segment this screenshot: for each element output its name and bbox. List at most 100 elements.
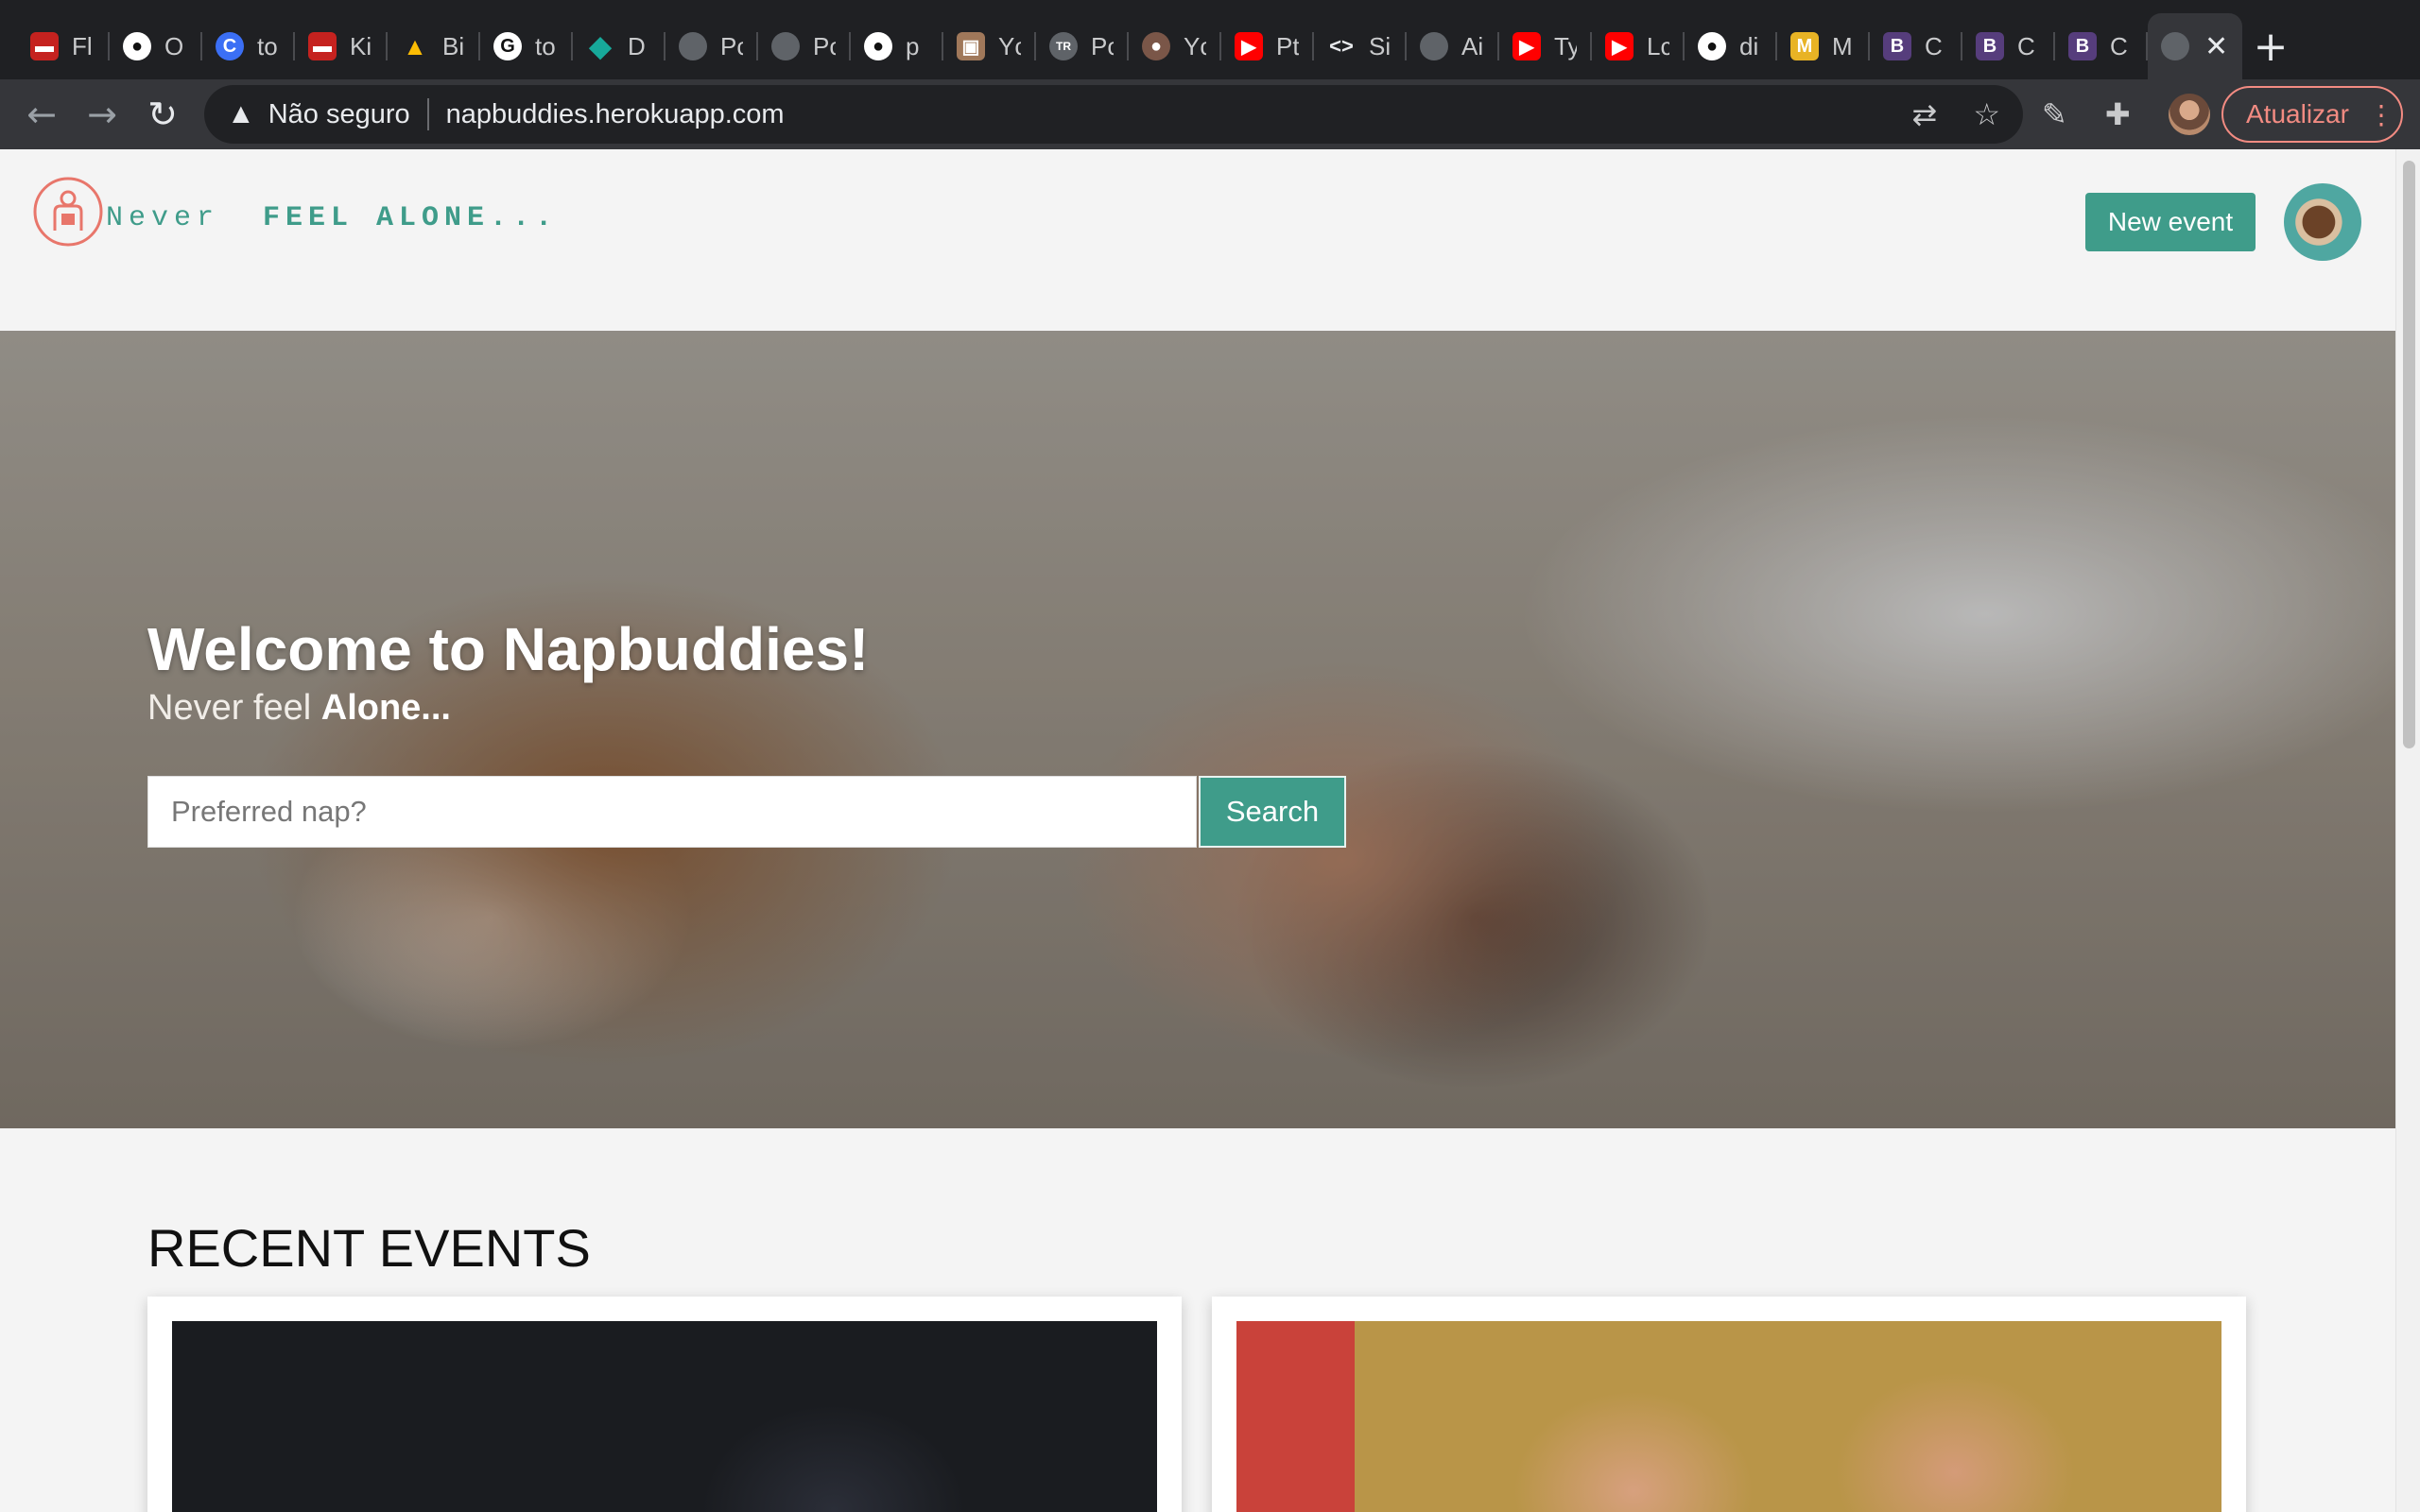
event-card[interactable] (1212, 1297, 2246, 1512)
bus-icon: ▬ (30, 32, 59, 60)
back-button[interactable]: ← (11, 84, 72, 145)
napbuddies-logo-icon[interactable] (32, 176, 104, 248)
site-navbar: Never FEEL ALONE... New event (0, 149, 2395, 329)
tab-10[interactable]: ▣ Yc (943, 13, 1036, 79)
hero-banner: Welcome to Napbuddies! Never feel Alone.… (0, 331, 2395, 1128)
tab-4[interactable]: ▲ Bi (388, 13, 480, 79)
page-scrollbar[interactable] (2395, 149, 2420, 1512)
youtube-icon: ▶ (1605, 32, 1634, 60)
tab-14[interactable]: <> Si (1314, 13, 1407, 79)
tab-18[interactable]: ● di (1685, 13, 1777, 79)
tab-title: Bi (442, 31, 465, 60)
address-bar[interactable]: ▲ Não seguro napbuddies.herokuapp.com ⇄ … (204, 85, 2023, 144)
tab-7[interactable]: Pc (666, 13, 758, 79)
tr-icon: TR (1049, 32, 1078, 60)
tab-1[interactable]: ● O (110, 13, 202, 79)
globe-icon (679, 32, 707, 60)
tab-16[interactable]: ▶ Ty (1499, 13, 1592, 79)
search-input[interactable] (147, 776, 1197, 848)
scrollbar-thumb[interactable] (2403, 161, 2415, 748)
tab-11[interactable]: TR Pc (1036, 13, 1129, 79)
forward-button[interactable]: → (72, 84, 132, 145)
tab-title: Si (1369, 31, 1392, 60)
bootstrap-icon: B (2068, 32, 2097, 60)
browser-toolbar: ← → ↻ ▲ Não seguro napbuddies.herokuapp.… (0, 79, 2420, 149)
user-avatar[interactable] (2284, 183, 2361, 261)
photo-icon: ▣ (957, 32, 985, 60)
search-form: Search (147, 776, 1346, 848)
new-event-button[interactable]: New event (2085, 193, 2256, 251)
more-menu-icon[interactable]: ⋮ (2368, 99, 2394, 130)
tab-title: di (1739, 31, 1759, 60)
close-tab-icon[interactable]: ✕ (2204, 30, 2228, 63)
tab-6[interactable]: ◆ D (573, 13, 666, 79)
tagline-feel-alone: FEEL ALONE... (263, 202, 559, 234)
tab-22[interactable]: BC (2055, 13, 2148, 79)
tab-title: M (1832, 31, 1853, 60)
hero-content: Welcome to Napbuddies! Never feel Alone.… (147, 614, 1346, 848)
tab-title: O (164, 31, 184, 60)
extensions-puzzle-icon[interactable]: ✚ (2105, 96, 2131, 132)
tab-17[interactable]: ▶ Lc (1592, 13, 1685, 79)
tab-title: C (2110, 31, 2128, 60)
tab-2[interactable]: Cto (202, 13, 295, 79)
tab-title: Fl (72, 31, 93, 60)
google-drive-icon: ▲ (403, 31, 427, 60)
translate-icon[interactable]: ⇄ (1912, 96, 1938, 132)
event-card-image[interactable] (172, 1321, 1157, 1512)
hero-title: Welcome to Napbuddies! (147, 615, 870, 683)
hero-subtitle-bold: Alone... (320, 688, 451, 728)
profile-avatar-icon[interactable] (2168, 94, 2210, 135)
tab-19[interactable]: MM (1777, 13, 1870, 79)
globe-icon (771, 32, 800, 60)
tab-15[interactable]: Ai (1407, 13, 1499, 79)
tab-title: to (257, 31, 278, 60)
tab-title: D (628, 31, 646, 60)
new-tab-button[interactable]: + (2242, 13, 2299, 79)
tab-title: Pc (1091, 31, 1114, 60)
github-icon: ● (1698, 32, 1726, 60)
tab-5[interactable]: Gto (480, 13, 573, 79)
tab-8[interactable]: Pc (758, 13, 851, 79)
c-circle-icon: C (216, 32, 244, 60)
tab-title: Pc (720, 31, 743, 60)
tab-title: Yc (1184, 31, 1206, 60)
address-separator (426, 98, 429, 130)
tab-0[interactable]: ▬ Fl (17, 13, 110, 79)
globe-icon (1420, 32, 1448, 60)
globe-icon (2161, 32, 2189, 60)
code-icon: <> (1329, 34, 1354, 58)
bookmark-star-icon[interactable]: ☆ (1973, 96, 2000, 132)
tab-9[interactable]: ● p (851, 13, 943, 79)
tab-title: C (1925, 31, 1943, 60)
url-text[interactable]: napbuddies.herokuapp.com (446, 99, 785, 130)
tab-21[interactable]: BC (1962, 13, 2055, 79)
event-card[interactable] (147, 1297, 1182, 1512)
event-card-image[interactable] (1236, 1321, 2221, 1512)
recent-events-heading: RECENT EVENTS (147, 1218, 591, 1278)
tab-active[interactable]: ✕ (2148, 13, 2242, 79)
tab-13[interactable]: ▶ Pt (1221, 13, 1314, 79)
tab-3[interactable]: ▬ Ki (295, 13, 388, 79)
tagline-word-never: Never (106, 202, 220, 234)
tab-title: Yc (998, 31, 1021, 60)
reload-button[interactable]: ↻ (132, 84, 193, 145)
search-button[interactable]: Search (1199, 776, 1346, 848)
youtube-icon: ▶ (1235, 32, 1263, 60)
bus-icon: ▬ (308, 32, 337, 60)
tab-title: Ty (1554, 31, 1577, 60)
warning-icon[interactable]: ▲ (227, 98, 255, 130)
security-status[interactable]: Não seguro (268, 99, 410, 130)
pen-extension-icon[interactable]: ✎ (2042, 96, 2067, 132)
github-icon: ● (123, 32, 151, 60)
tab-12[interactable]: ● Yc (1129, 13, 1221, 79)
update-button[interactable]: Atualizar ⋮ (2221, 86, 2403, 143)
tab-20[interactable]: BC (1870, 13, 1962, 79)
page-content: Never FEEL ALONE... New event Welcome to… (0, 149, 2420, 1512)
tab-title: Pt (1276, 31, 1299, 60)
tab-title: Ai (1461, 31, 1484, 60)
tab-title: to (535, 31, 556, 60)
m-tile-icon: M (1790, 32, 1819, 60)
tab-strip: ▬ Fl ● O Cto ▬ Ki ▲ Bi Gto ◆ D Pc Pc ● p ▣ Yc TR Pc ● Yc ▶ Pt <>… (0, 0, 2420, 79)
bootstrap-icon: B (1883, 32, 1911, 60)
